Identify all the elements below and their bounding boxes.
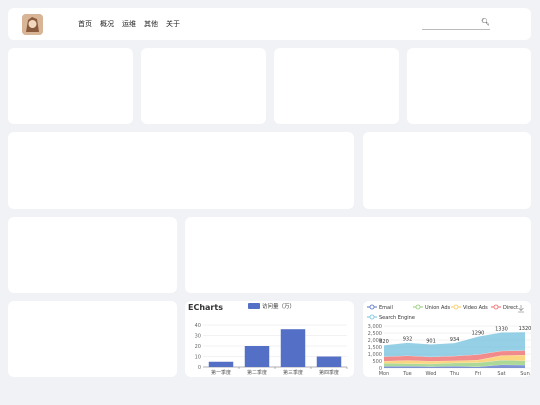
area-data-label: 932 — [403, 337, 413, 343]
bar-y-tick: 20 — [195, 344, 201, 350]
area-legend-marker[interactable] — [453, 304, 459, 310]
area-x-tick: Sat — [497, 371, 505, 377]
panel-side-1 — [363, 132, 531, 209]
stat-card-1 — [8, 48, 133, 124]
menu-item-home[interactable]: 首页 — [78, 19, 92, 29]
bar[interactable] — [244, 346, 270, 367]
area-legend-marker[interactable] — [369, 304, 375, 310]
search-input[interactable]: 🔍︎ — [422, 18, 490, 30]
area-data-label: 1320 — [519, 326, 531, 332]
bar-x-tick: 第四季度 — [319, 369, 339, 376]
bar[interactable] — [316, 356, 342, 368]
area-chart-card: Email Union Ads Video Ads Direct Search Engi… — [363, 301, 531, 377]
bar[interactable] — [208, 361, 234, 367]
bar-y-tick: 10 — [195, 354, 201, 360]
area-x-tick: Thu — [449, 371, 459, 377]
top-nav: 首页 概况 运维 其他 关于 🔍︎ — [8, 8, 531, 40]
bar-legend-label[interactable]: 访问量（万） — [262, 302, 295, 310]
bar-chart-title: ECharts — [188, 303, 223, 312]
panel-side-2 — [8, 217, 177, 293]
menu-item-overview[interactable]: 概况 — [100, 19, 114, 29]
menu-item-ops[interactable]: 运维 — [122, 19, 136, 29]
area-data-label: 934 — [450, 337, 460, 343]
stat-card-3 — [274, 48, 399, 124]
download-icon[interactable] — [518, 305, 524, 313]
bar-y-tick: 30 — [195, 333, 201, 339]
bar-legend-swatch[interactable] — [248, 303, 260, 309]
area-legend-label[interactable]: Union Ads — [425, 305, 451, 311]
menu-item-other[interactable]: 其他 — [144, 19, 158, 29]
bar[interactable] — [280, 329, 306, 367]
stat-card-4 — [407, 48, 531, 124]
area-data-label: 1290 — [472, 331, 485, 337]
bar-x-tick: 第二季度 — [247, 369, 267, 376]
panel-wide-2 — [185, 217, 531, 293]
area-x-tick: Sun — [520, 371, 530, 377]
bar-y-tick: 0 — [198, 365, 201, 371]
area-legend-label[interactable]: Email — [379, 305, 393, 311]
area-data-label: 1330 — [495, 326, 508, 332]
panel-side-3 — [8, 301, 177, 377]
area-legend-label[interactable]: Direct — [503, 305, 518, 311]
bar-x-tick: 第一季度 — [211, 369, 231, 376]
area-y-tick: 2,500 — [368, 331, 382, 337]
bar-chart-card: ECharts 访问量（万） 0 10 20 30 40 第一季度 第二季度 第三季度 第四季… — [185, 301, 354, 377]
area-chart: Email Union Ads Video Ads Direct Search Engi… — [367, 304, 531, 377]
area-legend-label[interactable]: Search Engine — [379, 315, 415, 321]
menu-item-about[interactable]: 关于 — [166, 19, 180, 29]
search-icon[interactable]: 🔍︎ — [481, 18, 490, 26]
area-y-tick: 1,000 — [368, 352, 382, 358]
area-data-label: 820 — [379, 339, 389, 345]
stat-card-2 — [141, 48, 266, 124]
area-x-tick: Wed — [426, 371, 437, 377]
bar-x-tick: 第三季度 — [283, 369, 303, 376]
area-y-tick: 1,500 — [368, 345, 382, 351]
area-legend-label[interactable]: Video Ads — [463, 305, 488, 311]
main-menu: 首页 概况 运维 其他 关于 — [78, 19, 180, 29]
area-y-tick: 500 — [372, 359, 382, 365]
area-y-tick: 3,000 — [368, 324, 382, 330]
panel-wide-1 — [8, 132, 354, 209]
area-legend-marker[interactable] — [415, 304, 421, 310]
area-x-tick: Fri — [475, 371, 481, 377]
logo-avatar[interactable] — [22, 14, 43, 35]
bar-chart: ECharts 访问量（万） 0 10 20 30 40 第一季度 第二季度 第三季度 第四季… — [188, 302, 348, 376]
area-data-label: 901 — [426, 338, 436, 344]
area-x-tick: Mon — [379, 371, 390, 377]
area-x-tick: Tue — [402, 371, 412, 377]
area-legend-marker[interactable] — [369, 314, 375, 320]
area-legend-marker[interactable] — [493, 304, 499, 310]
bar-y-tick: 40 — [195, 323, 201, 329]
